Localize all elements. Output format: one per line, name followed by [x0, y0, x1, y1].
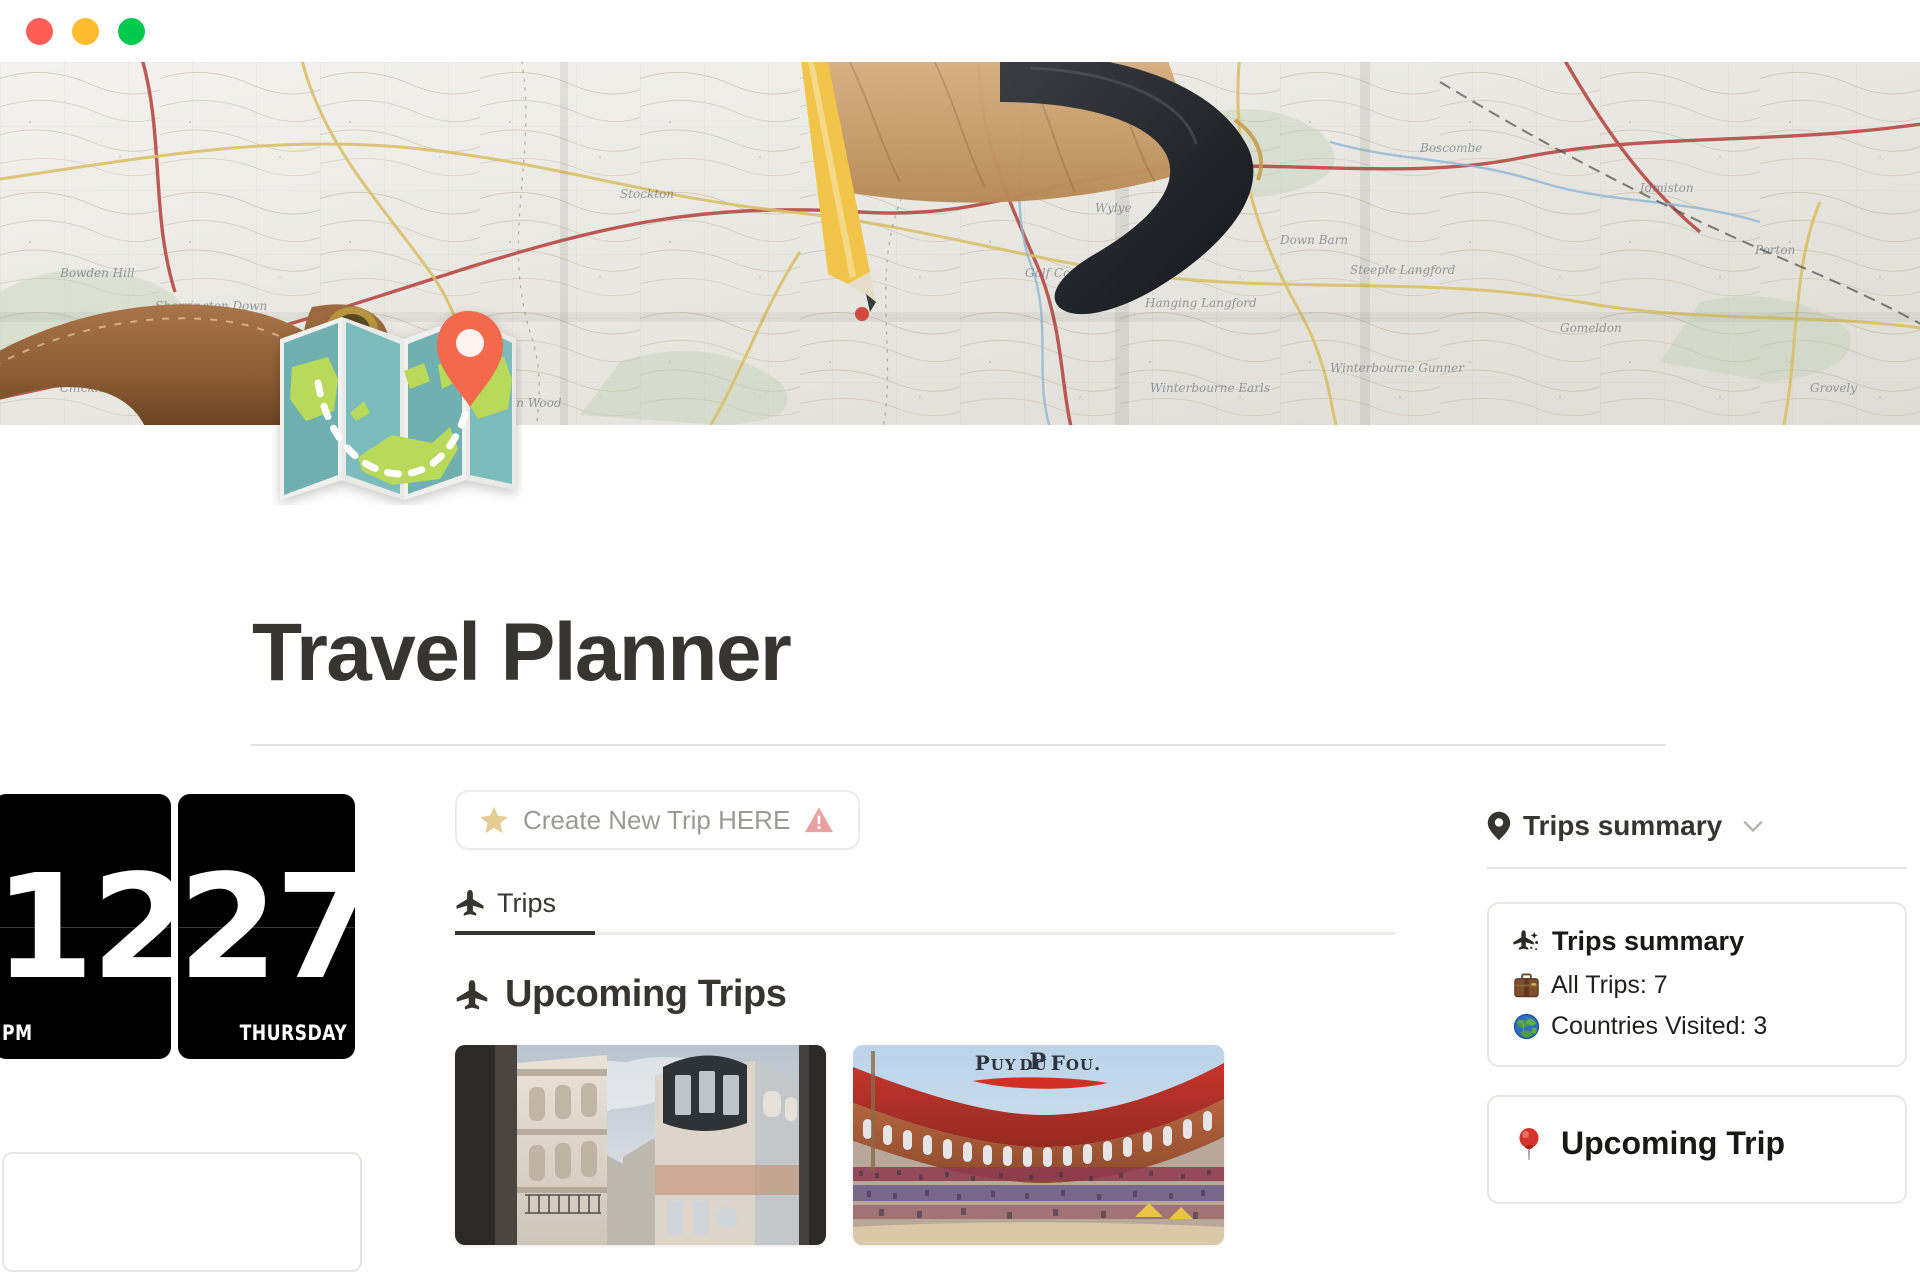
- chevron-down-icon[interactable]: [1740, 813, 1766, 839]
- window-traffic-lights: [26, 17, 145, 45]
- upcoming-trip-card-title-text: Upcoming Trip: [1561, 1125, 1785, 1161]
- right-sidebar: Trips summary Trips summary All Trips: 7…: [1487, 810, 1907, 1204]
- trips-summary-card[interactable]: Trips summary All Trips: 7 Countries Vis…: [1487, 902, 1907, 1067]
- minimize-window-button[interactable]: [72, 17, 99, 45]
- svg-text:Hanging Langford: Hanging Langford: [1144, 296, 1257, 310]
- tab-active-indicator: [455, 931, 595, 935]
- flip-seam: [178, 926, 355, 928]
- content-tabs: Trips: [455, 879, 1395, 935]
- create-new-trip-label: Create New Trip HERE: [523, 805, 791, 835]
- upcoming-trips-title: Upcoming Trips: [505, 973, 787, 1015]
- clock-date-panel: 27 THURSDAY: [178, 794, 355, 1059]
- map-pin-icon: [1487, 811, 1511, 841]
- svg-text:Winterbourne Earls: Winterbourne Earls: [1150, 381, 1270, 395]
- svg-text:Idmiston: Idmiston: [1639, 181, 1694, 195]
- svg-text:Bowden Hill: Bowden Hill: [59, 266, 135, 280]
- tab-trips-label: Trips: [497, 887, 556, 918]
- trip-card-grid: P PUY DU FOU. PUYDUFOU.: [455, 1045, 1395, 1245]
- svg-text:Boscombe: Boscombe: [1419, 141, 1482, 155]
- upcoming-trips-heading: Upcoming Trips: [455, 973, 1395, 1016]
- svg-text:Gomeldon: Gomeldon: [1560, 321, 1622, 335]
- page-icon-world-map[interactable]: [272, 295, 522, 505]
- airplane-icon: [456, 979, 488, 1009]
- svg-text:Stockton: Stockton: [620, 187, 674, 201]
- title-divider: [251, 744, 1666, 746]
- pushpin-emoji-icon: [1519, 1127, 1539, 1160]
- trip-card-paris[interactable]: [455, 1045, 826, 1245]
- clock-weekday-label: THURSDAY: [239, 1021, 347, 1045]
- earth-globe-emoji-icon: [1513, 1013, 1540, 1040]
- tab-underline-track: [455, 932, 1395, 935]
- window-titlebar: [0, 0, 1920, 62]
- flip-seam: [0, 926, 171, 928]
- warning-triangle-emoji-icon: [805, 807, 834, 833]
- upcoming-trip-card-title: Upcoming Trip: [1513, 1125, 1881, 1162]
- summary-row-all-trips: All Trips: 7: [1513, 971, 1881, 1000]
- suitcase-emoji-icon: [1514, 973, 1539, 998]
- svg-text:Down Barn: Down Barn: [1279, 233, 1348, 247]
- summary-countries-visited-text: Countries Visited: 3: [1551, 1012, 1768, 1040]
- sidebar-divider: [1487, 867, 1907, 869]
- trip-card-puy-du-fou[interactable]: P PUY DU FOU. PUYDUFOU.: [853, 1045, 1224, 1245]
- sidebar-trips-summary-header[interactable]: Trips summary: [1487, 810, 1907, 842]
- trips-summary-card-title-text: Trips summary: [1552, 926, 1745, 956]
- svg-text:Grovely: Grovely: [1810, 381, 1857, 395]
- svg-text:Porton: Porton: [1754, 243, 1795, 257]
- create-new-trip-button[interactable]: Create New Trip HERE: [455, 790, 861, 850]
- tab-trips[interactable]: Trips: [455, 879, 556, 927]
- trips-summary-card-title: Trips summary: [1513, 926, 1881, 957]
- star-emoji-icon: [480, 806, 508, 833]
- page-title[interactable]: Travel Planner: [252, 612, 792, 694]
- airplane-sparkle-emoji-icon: [1513, 930, 1539, 951]
- summary-all-trips-text: All Trips: 7: [1551, 971, 1668, 999]
- clock-hour-panel: 12 PM: [0, 794, 171, 1059]
- upcoming-trip-card[interactable]: Upcoming Trip: [1487, 1095, 1907, 1204]
- airplane-icon: [456, 889, 484, 916]
- clock-meridiem-label: PM: [2, 1021, 33, 1045]
- main-content-column: Create New Trip HERE Trips Upcoming Trip…: [455, 790, 1395, 1245]
- maximize-window-button[interactable]: [118, 17, 145, 45]
- close-window-button[interactable]: [26, 17, 53, 45]
- left-empty-card[interactable]: [2, 1152, 362, 1272]
- sidebar-trips-summary-label: Trips summary: [1523, 810, 1723, 841]
- flip-clock-widget: 12 PM 27 THURSDAY: [0, 794, 355, 1059]
- summary-row-countries-visited: Countries Visited: 3: [1513, 1012, 1881, 1041]
- svg-text:Winterbourne Gunner: Winterbourne Gunner: [1330, 361, 1465, 375]
